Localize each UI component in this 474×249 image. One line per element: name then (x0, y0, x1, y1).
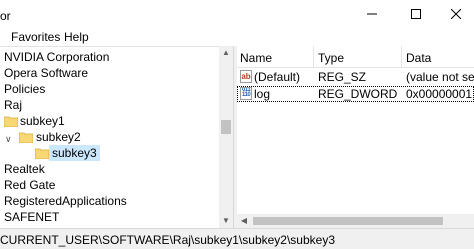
column-header-data[interactable]: Data (406, 51, 431, 65)
folder-icon (35, 148, 49, 159)
maximize-icon (411, 9, 421, 19)
tree-item-label: Realtek (4, 162, 45, 176)
minimize-icon (367, 13, 377, 15)
minimize-button[interactable] (349, 0, 395, 28)
tree-vertical-scrollbar[interactable]: ▲ ▼ (219, 46, 233, 228)
maximize-button[interactable] (393, 0, 439, 28)
tree-item-label: NVIDIA Corporation (4, 50, 110, 64)
value-type: REG_SZ (318, 70, 367, 84)
tree-item-label: SAFENET (4, 210, 60, 224)
value-name: log (254, 87, 271, 101)
tree-item-label: Opera Software (4, 66, 89, 80)
tree-item-label: Red Gate (4, 178, 56, 192)
scroll-up-icon[interactable]: ▲ (219, 46, 233, 60)
column-divider[interactable] (401, 46, 402, 68)
scrollbar-thumb[interactable] (221, 120, 231, 134)
tree-item-label: Raj (4, 98, 23, 112)
value-name: (Default) (254, 70, 301, 84)
dword-value-icon: 011 110 (240, 87, 252, 100)
close-button[interactable] (438, 0, 474, 28)
tree-item-label: Policies (4, 82, 46, 96)
list-horizontal-scrollbar[interactable]: ◀ (237, 214, 474, 228)
string-value-icon: ab (240, 70, 252, 83)
tree-item-label: subkey1 (20, 114, 65, 128)
window-title: or (0, 9, 11, 23)
key-tree: NVIDIA Corporation Opera Software Polici… (0, 46, 234, 228)
close-icon (451, 9, 461, 19)
value-data: (value not set) (406, 70, 474, 84)
value-data: 0x00000001 (1) (406, 87, 474, 101)
values-list: Name Type Data ab (Default) REG_SZ (valu… (237, 46, 474, 228)
scroll-down-icon[interactable]: ▼ (219, 214, 233, 228)
folder-icon (19, 132, 33, 143)
key-path: CURRENT_USER\SOFTWARE\Raj\subkey1\subkey… (0, 233, 335, 247)
chevron-down-icon[interactable]: ∨ (5, 131, 12, 147)
status-bar: CURRENT_USER\SOFTWARE\Raj\subkey1\subkey… (0, 228, 474, 249)
menu-favorites[interactable]: Favorites (11, 30, 60, 44)
column-header-name[interactable]: Name (240, 51, 272, 65)
tree-item-label: RegisteredApplications (4, 194, 127, 208)
tree-item-label: subkey3 (49, 145, 100, 161)
tree-item-label: subkey2 (36, 130, 81, 144)
value-row-default[interactable]: ab (Default) REG_SZ (value not set) (237, 69, 474, 85)
value-row-log[interactable]: 011110 log REG_DWORD 0x00000001 (1) (237, 86, 474, 102)
value-type: REG_DWORD (318, 87, 398, 101)
menu-help[interactable]: Help (64, 30, 89, 44)
menu-bar: Favorites Help (0, 28, 474, 46)
column-divider[interactable] (313, 46, 314, 68)
scrollbar-thumb[interactable] (253, 217, 443, 225)
title-bar: or (0, 0, 474, 28)
folder-icon (4, 116, 18, 127)
scroll-left-icon[interactable]: ◀ (237, 214, 251, 228)
column-header-type[interactable]: Type (318, 51, 344, 65)
list-header: Name Type Data (237, 46, 474, 68)
